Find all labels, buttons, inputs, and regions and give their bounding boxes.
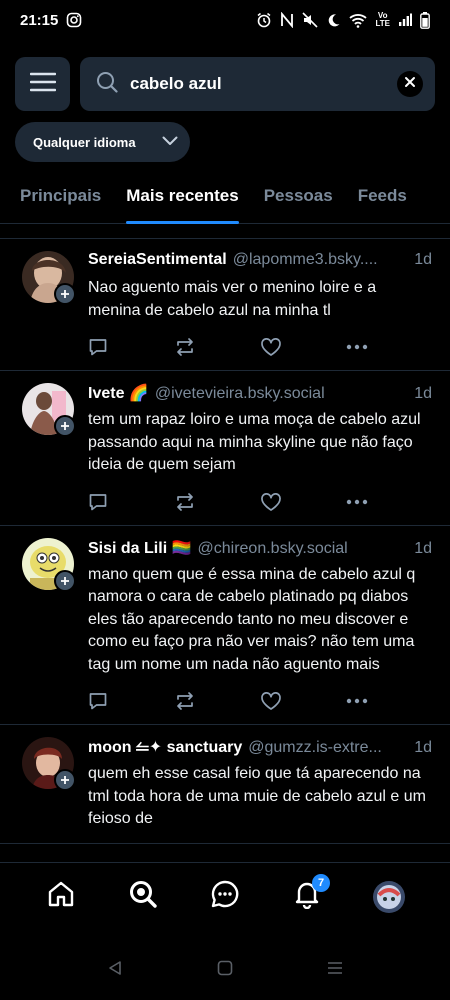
like-icon[interactable] <box>260 337 346 357</box>
menu-button[interactable] <box>15 57 70 111</box>
post-author-avatar[interactable] <box>22 251 76 305</box>
instagram-icon <box>66 12 82 28</box>
post-item[interactable]: SereiaSentimental @lapomme3.bsky.... 1d … <box>0 239 450 371</box>
language-filter-label: Qualquer idioma <box>33 134 136 150</box>
follow-plus-icon[interactable] <box>54 415 76 437</box>
follow-plus-icon[interactable] <box>54 283 76 305</box>
more-icon[interactable] <box>346 499 432 505</box>
battery-icon <box>420 11 430 29</box>
signal-icon <box>398 13 412 27</box>
search-icon <box>96 71 118 98</box>
search-icon <box>128 879 158 914</box>
post-text: Nao aguento mais ver o menino loire e a … <box>88 279 377 319</box>
wifi-icon <box>349 13 368 28</box>
repost-icon[interactable] <box>174 492 260 512</box>
close-icon <box>404 75 416 93</box>
alarm-icon <box>256 12 272 28</box>
nav-profile[interactable] <box>364 872 414 922</box>
more-icon[interactable] <box>346 698 432 704</box>
nav-chat[interactable] <box>200 872 250 922</box>
post-timestamp: 1d <box>414 539 432 557</box>
post-item[interactable]: moon ⥪✦ sanctuary @gumzz.is-extre... 1d … <box>0 725 450 844</box>
back-icon[interactable] <box>107 960 123 981</box>
repost-icon[interactable] <box>174 691 260 711</box>
nfc-icon <box>280 12 294 28</box>
post-text: mano quem que é essa mina de cabelo azul… <box>88 565 416 673</box>
language-filter-dropdown[interactable]: Qualquer idioma <box>15 122 190 162</box>
search-input[interactable]: cabelo azul <box>130 74 397 94</box>
status-bar: 21:15 Vo LTE <box>0 0 450 40</box>
tab-pessoas[interactable]: Pessoas <box>264 172 333 224</box>
post-author-name[interactable]: moon ⥪✦ sanctuary <box>88 737 242 757</box>
recents-icon[interactable] <box>327 960 343 981</box>
bottom-navigation: 7 <box>0 862 450 930</box>
dnd-moon-icon <box>326 13 341 28</box>
nav-home[interactable] <box>36 872 86 922</box>
post-author-handle[interactable]: @chireon.bsky.social <box>198 540 407 558</box>
follow-plus-icon[interactable] <box>54 569 76 592</box>
reply-icon[interactable] <box>88 691 174 711</box>
tab-principais[interactable]: Principais <box>20 172 101 224</box>
system-navigation-bar <box>0 940 450 1000</box>
reply-icon[interactable] <box>88 492 174 512</box>
reply-icon[interactable] <box>88 337 174 357</box>
follow-plus-icon[interactable] <box>54 769 76 791</box>
search-field[interactable]: cabelo azul <box>80 57 435 111</box>
chevron-down-icon <box>162 133 178 151</box>
post-author-name[interactable]: Ivete 🌈 <box>88 383 149 403</box>
post-timestamp: 1d <box>414 385 432 402</box>
post-author-handle[interactable]: @lapomme3.bsky.... <box>233 251 406 269</box>
post-timestamp: 1d <box>414 251 432 268</box>
volte-indicator: Vo LTE <box>375 11 390 28</box>
chat-icon <box>210 879 240 914</box>
home-square-icon[interactable] <box>217 960 233 981</box>
hamburger-icon <box>29 72 56 97</box>
post-text: quem eh esse casal feio que tá aparecend… <box>88 765 426 827</box>
post-timestamp: 1d <box>414 739 432 756</box>
post-item[interactable]: Sisi da Lili 🏳️‍🌈 @chireon.bsky.social 1… <box>0 526 450 725</box>
post-author-avatar[interactable] <box>22 737 76 791</box>
nav-search[interactable] <box>118 872 168 922</box>
home-icon <box>46 879 76 914</box>
post-actions <box>88 690 432 712</box>
tab-feeds[interactable]: Feeds <box>358 172 407 224</box>
post-author-name[interactable]: SereiaSentimental <box>88 251 227 269</box>
tab-mais-recentes[interactable]: Mais recentes <box>126 172 240 224</box>
post-author-name[interactable]: Sisi da Lili 🏳️‍🌈 <box>88 538 192 558</box>
more-icon[interactable] <box>346 344 432 350</box>
clear-search-button[interactable] <box>397 71 423 97</box>
status-time: 21:15 <box>20 11 59 29</box>
profile-avatar <box>373 880 405 913</box>
post-author-avatar[interactable] <box>22 537 76 592</box>
post-author-handle[interactable]: @gumzz.is-extre... <box>248 739 406 757</box>
post-item[interactable]: Ivete 🌈 @ivetevieira.bsky.social 1d tem … <box>0 371 450 526</box>
post-actions <box>88 491 432 513</box>
mute-icon <box>302 12 319 28</box>
like-icon[interactable] <box>260 691 346 711</box>
results-feed[interactable]: SereiaSentimental @lapomme3.bsky.... 1d … <box>0 238 450 862</box>
post-text: tem um rapaz loiro e uma moça de cabelo … <box>88 411 421 473</box>
nav-notifications[interactable]: 7 <box>282 872 332 922</box>
notification-count-badge: 7 <box>312 873 330 892</box>
like-icon[interactable] <box>260 492 346 512</box>
repost-icon[interactable] <box>174 337 260 357</box>
post-author-avatar[interactable] <box>22 383 76 437</box>
post-actions <box>88 336 432 358</box>
post-author-handle[interactable]: @ivetevieira.bsky.social <box>155 385 406 403</box>
search-tabs: Principais Mais recentes Pessoas Feeds <box>0 172 450 224</box>
